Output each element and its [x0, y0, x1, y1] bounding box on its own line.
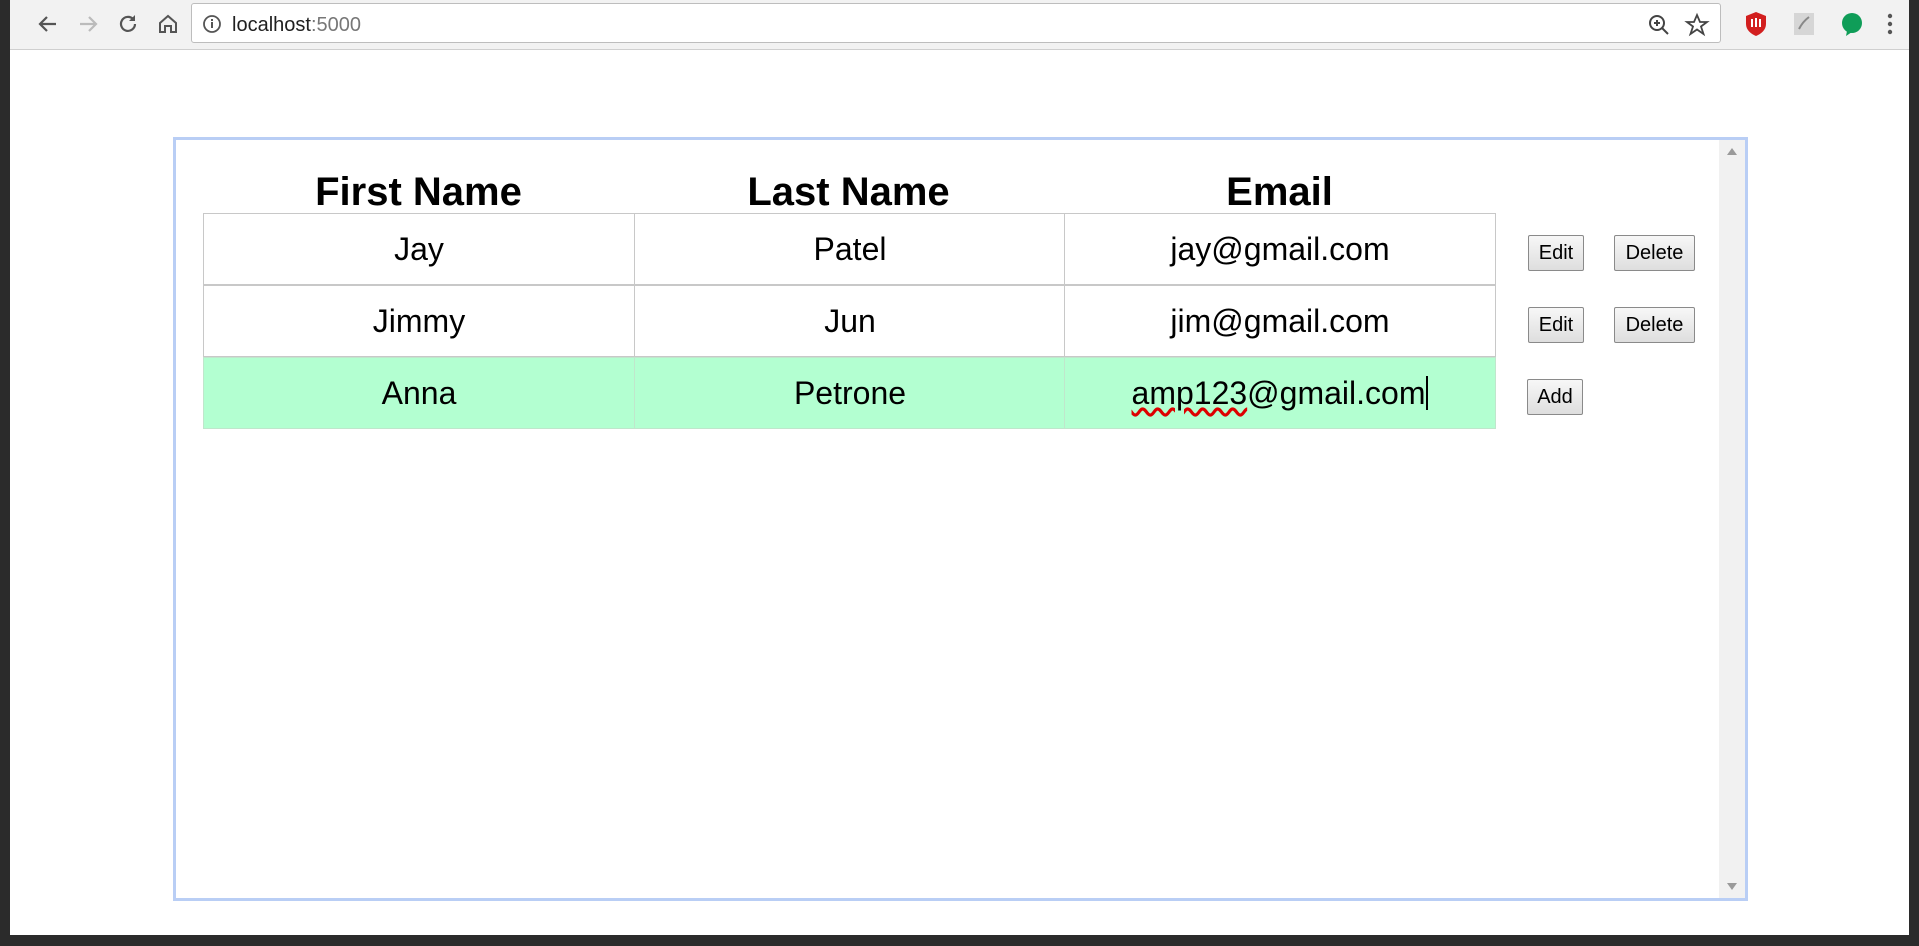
address-bar[interactable]: localhost:5000	[191, 3, 1721, 43]
menu-button[interactable]	[1872, 6, 1908, 42]
cell-first-name: Jay	[203, 213, 635, 285]
first-name-input[interactable]: Anna	[203, 357, 635, 429]
browser-toolbar: localhost:5000	[10, 0, 1909, 50]
vertical-scrollbar[interactable]	[1719, 140, 1745, 898]
pdf-extension-icon	[1794, 13, 1814, 35]
extension-button-3[interactable]	[1834, 6, 1870, 42]
text-cursor	[1426, 376, 1429, 410]
cell-last-name: Jun	[634, 285, 1066, 357]
home-button[interactable]	[150, 6, 186, 42]
reload-button[interactable]	[110, 6, 146, 42]
scroll-up-arrow-icon[interactable]	[1727, 148, 1737, 155]
reload-icon	[119, 15, 137, 32]
extension-button-2[interactable]	[1786, 6, 1822, 42]
bookmark-star-icon[interactable]	[1684, 12, 1710, 38]
shield-extension-icon	[1746, 12, 1766, 36]
delete-button[interactable]: Delete	[1614, 307, 1695, 343]
zoom-icon[interactable]	[1646, 12, 1672, 38]
url-port: :5000	[310, 14, 361, 36]
forward-button[interactable]	[70, 6, 106, 42]
cell-email: jim@gmail.com	[1064, 285, 1496, 357]
back-arrow-icon	[38, 16, 56, 32]
chat-bubble-extension-icon	[1842, 13, 1862, 36]
misspelled-text: amp123	[1131, 374, 1248, 411]
forward-arrow-icon	[80, 16, 98, 32]
last-name-input[interactable]: Petrone	[634, 357, 1066, 429]
home-icon	[159, 14, 177, 33]
email-domain-text: @gmail.com	[1247, 374, 1426, 411]
cell-email: jay@gmail.com	[1064, 213, 1496, 285]
cell-last-name: Patel	[634, 213, 1066, 285]
url-host: localhost	[232, 14, 311, 36]
email-input[interactable]: amp123@gmail.com	[1064, 357, 1496, 429]
edit-button[interactable]: Edit	[1528, 235, 1584, 271]
email-input-value: amp123@gmail.com	[1132, 375, 1426, 412]
back-button[interactable]	[30, 6, 66, 42]
info-icon[interactable]	[202, 14, 222, 34]
delete-button[interactable]: Delete	[1614, 235, 1695, 271]
url-text[interactable]: localhost:5000	[232, 14, 361, 37]
browser-window: localhost:5000 First Name Last Name Emai…	[10, 0, 1909, 935]
add-button[interactable]: Add	[1527, 379, 1583, 415]
cell-first-name: Jimmy	[203, 285, 635, 357]
extension-button-1[interactable]	[1738, 6, 1774, 42]
content-frame: First Name Last Name Email Jay Patel jay…	[173, 137, 1748, 901]
scroll-down-arrow-icon[interactable]	[1727, 883, 1737, 890]
kebab-menu-icon	[1887, 13, 1893, 35]
edit-button[interactable]: Edit	[1528, 307, 1584, 343]
